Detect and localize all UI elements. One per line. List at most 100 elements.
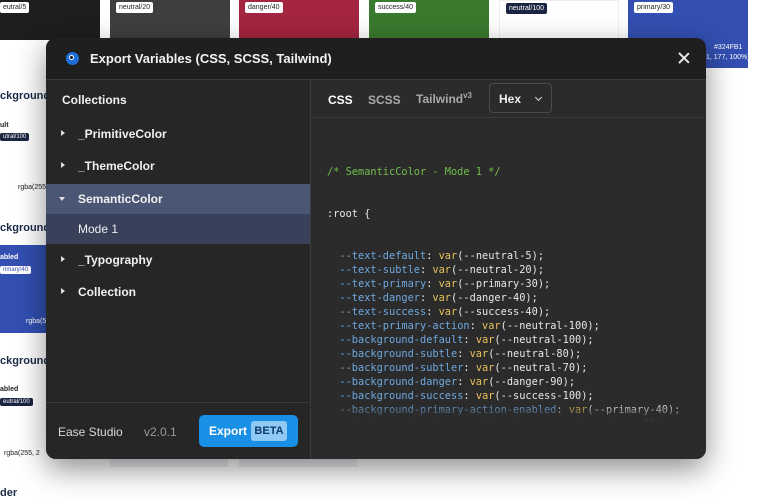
css-property: --background-default	[339, 334, 464, 346]
bg-label: abled	[0, 386, 19, 393]
version-label: v2.0.1	[144, 425, 177, 439]
brand-name: Ease Studio	[58, 425, 123, 439]
swatch-success-40: success/40	[369, 0, 489, 40]
chevron-down-icon	[534, 93, 543, 102]
export-variables-dialog: Export Variables (CSS, SCSS, Tailwind) C…	[46, 38, 706, 459]
hex-label: #324FB1	[714, 44, 743, 51]
swatch-tag: neutral/100	[506, 3, 548, 14]
mode-label: Mode 1	[78, 222, 119, 236]
close-icon[interactable]	[676, 50, 692, 66]
dialog-footer: Ease Studio v2.0.1 Export BETA	[46, 402, 310, 459]
collection-label: Collection	[78, 285, 137, 299]
code-line: --text-danger: var(--danger-40);	[339, 292, 538, 304]
collection-item-semanticcolor[interactable]: SemanticColor	[46, 184, 310, 214]
color-format-value: Hex	[499, 92, 522, 106]
tab-css[interactable]: CSS	[328, 93, 353, 107]
collection-label: _ThemeColor	[78, 159, 155, 173]
css-property: --background-success	[339, 390, 464, 402]
css-property: --background-subtler	[339, 362, 464, 374]
bg-heading: ckground	[0, 90, 51, 102]
bg-pill: utral/100	[0, 133, 30, 141]
color-format-select[interactable]: Hex	[489, 83, 552, 113]
bg-label: rgba(255,	[18, 184, 48, 191]
css-property: --background-subtle	[339, 348, 458, 360]
collection-item-primitivecolor[interactable]: _PrimitiveColor	[46, 119, 310, 149]
code-root-open: :root {	[327, 208, 371, 220]
code-line: --text-primary-action: var(--neutral-100…	[339, 320, 600, 332]
css-var-reference: --neutral-70	[500, 362, 576, 374]
chevron-down-icon	[59, 197, 65, 201]
code-declarations: --text-default: var(--neutral-5); --text…	[327, 249, 706, 421]
css-property: --text-subtle	[339, 264, 420, 276]
bg-card	[110, 459, 228, 467]
code-line: --background-danger: var(--danger-90);	[339, 376, 576, 388]
collection-label: _PrimitiveColor	[78, 127, 167, 141]
collection-label: _Typography	[78, 253, 153, 267]
swatch-neutral-20: neutral/20	[110, 0, 230, 40]
swatch-tag: eutral/5	[0, 2, 30, 13]
swatch-danger-40: danger/40	[239, 0, 359, 40]
css-property: --text-success	[339, 306, 427, 318]
swatch-tag: danger/40	[245, 2, 283, 13]
css-property: --text-primary-action	[339, 320, 470, 332]
css-var-reference: --neutral-80	[494, 348, 569, 360]
export-button-label: Export	[209, 424, 248, 438]
code-line: --background-success: var(--success-100)…	[339, 390, 594, 402]
bg-card	[239, 459, 357, 467]
collection-item-typography[interactable]: _Typography	[46, 245, 310, 275]
collection-item-themecolor[interactable]: _ThemeColor	[46, 151, 310, 181]
bg-label: ult	[0, 122, 9, 129]
css-var-reference: --neutral-5	[463, 250, 532, 262]
code-line: --text-subtle: var(--neutral-20);	[339, 264, 545, 276]
code-line: --text-primary: var(--primary-30);	[339, 278, 551, 290]
collection-label: SemanticColor	[78, 192, 163, 206]
swatch-neutral-100: neutral/100	[499, 0, 619, 40]
css-property: --background-danger	[339, 376, 458, 388]
chevron-right-icon	[61, 162, 65, 168]
bg-pill: eutral/100	[0, 398, 33, 406]
chevron-right-icon	[61, 130, 65, 136]
mode-item-mode-1[interactable]: Mode 1	[46, 214, 310, 244]
css-var-reference: --danger-40	[457, 292, 526, 304]
chevron-right-icon	[61, 256, 65, 262]
collections-pane: Collections _PrimitiveColor _ThemeColor …	[46, 80, 311, 459]
tab-tailwind[interactable]: Tailwindv3	[416, 91, 472, 106]
bg-label: rgba(5	[26, 318, 47, 325]
code-line: --background-subtle: var(--neutral-80);	[339, 348, 582, 360]
code-fade	[327, 403, 706, 421]
css-var-reference: --success-100	[500, 390, 582, 402]
collections-header: Collections	[62, 93, 127, 107]
chevron-right-icon	[61, 288, 65, 294]
export-button[interactable]: Export BETA	[199, 415, 298, 447]
tab-tailwind-version: v3	[463, 91, 473, 100]
tab-scss[interactable]: SCSS	[368, 93, 401, 107]
css-property: --text-default	[339, 250, 427, 262]
bg-heading: der	[0, 487, 18, 499]
code-line: --text-default: var(--neutral-5);	[339, 250, 545, 262]
css-property: --text-primary	[339, 278, 427, 290]
code-preview[interactable]: /* SemanticColor - Mode 1 */ :root { --t…	[327, 137, 706, 421]
dialog-title: Export Variables (CSS, SCSS, Tailwind)	[90, 51, 332, 66]
tab-tailwind-label: Tailwind	[416, 92, 464, 106]
code-comment: /* SemanticColor - Mode 1 */	[327, 166, 501, 178]
code-line: --background-default: var(--neutral-100)…	[339, 334, 594, 346]
tabs-divider	[311, 117, 706, 118]
swatch-neutral-5: eutral/5	[0, 0, 100, 40]
rgba-label: 1, 177, 100%)	[706, 54, 750, 61]
css-var-reference: --primary-30	[463, 278, 538, 290]
plugin-logo-icon	[66, 52, 79, 65]
bg-label: abled	[0, 254, 19, 261]
css-var-reference: --neutral-100	[500, 334, 582, 346]
code-line: --background-subtler: var(--neutral-70);	[339, 362, 588, 374]
code-pane: CSS SCSS Tailwindv3 Hex /* SemanticColor…	[311, 80, 706, 459]
bg-pill: rimary/40	[0, 266, 32, 274]
code-line: --text-success: var(--success-40);	[339, 306, 551, 318]
css-var-reference: --danger-90	[494, 376, 563, 388]
css-var-reference: --success-40	[463, 306, 538, 318]
swatch-tag: success/40	[375, 2, 417, 13]
css-var-reference: --neutral-100	[506, 320, 588, 332]
dialog-titlebar: Export Variables (CSS, SCSS, Tailwind)	[46, 38, 706, 80]
css-property: --text-danger	[339, 292, 420, 304]
collection-item-collection[interactable]: Collection	[46, 277, 310, 307]
css-var-reference: --neutral-20	[457, 264, 532, 276]
